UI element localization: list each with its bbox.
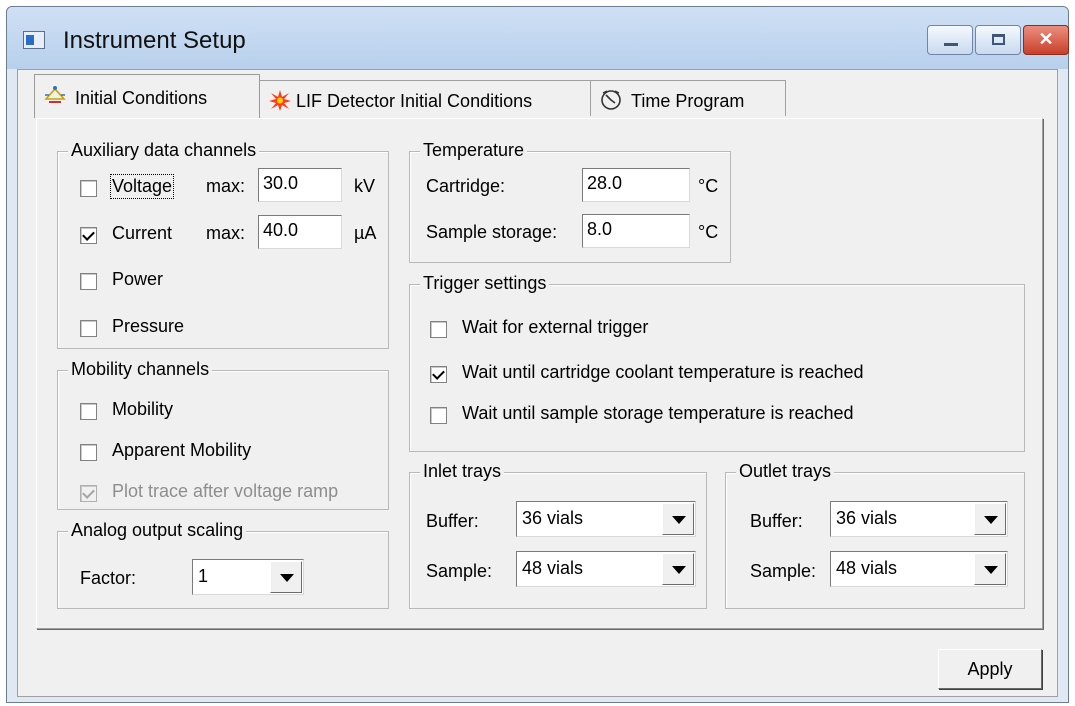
- chevron-down-icon[interactable]: [662, 553, 694, 585]
- group-title: Trigger settings: [420, 273, 550, 294]
- analog-output-scaling-group: Analog output scaling Factor: 1: [57, 520, 389, 609]
- external-trigger-checkbox[interactable]: [430, 321, 447, 338]
- chevron-down-icon[interactable]: [270, 561, 302, 593]
- voltage-checkbox[interactable]: [80, 180, 97, 197]
- outlet-sample-label: Sample:: [750, 561, 817, 581]
- group-title: Temperature: [420, 140, 528, 161]
- laser-burst-icon: [269, 90, 291, 111]
- mobility-channels-group: Mobility channels Mobility Apparent Mobi…: [57, 359, 389, 510]
- external-trigger-label[interactable]: Wait for external trigger: [462, 317, 648, 338]
- close-button[interactable]: ✕: [1023, 25, 1069, 55]
- mobility-label[interactable]: Mobility: [112, 399, 173, 420]
- cartridge-unit: °C: [698, 176, 719, 196]
- tab-label: LIF Detector Initial Conditions: [296, 91, 533, 111]
- close-icon: ✕: [1038, 29, 1054, 49]
- power-checkbox[interactable]: [80, 273, 97, 290]
- inlet-buffer-value: 36 vials: [522, 508, 584, 528]
- initial-conditions-panel: Auxiliary data channels Voltage max: 30.…: [36, 118, 1043, 629]
- minimize-button[interactable]: [927, 25, 973, 55]
- apply-button[interactable]: Apply: [938, 649, 1042, 689]
- factor-value: 1: [198, 566, 209, 586]
- current-max-label: max:: [206, 223, 246, 243]
- current-checkbox[interactable]: [80, 227, 97, 244]
- storage-temperature-label[interactable]: Wait until sample storage temperature is…: [462, 403, 854, 424]
- inlet-sample-value: 48 vials: [522, 558, 584, 578]
- pressure-checkbox[interactable]: [80, 320, 97, 337]
- maximize-button[interactable]: [975, 25, 1021, 55]
- group-title: Outlet trays: [736, 461, 835, 482]
- sample-storage-temperature-field[interactable]: 8.0: [582, 214, 690, 248]
- chevron-down-icon[interactable]: [662, 503, 694, 535]
- cartridge-temperature-field[interactable]: 28.0: [582, 168, 690, 202]
- outlet-sample-value: 48 vials: [836, 558, 898, 578]
- tab-time-program[interactable]: Time Program: [590, 80, 786, 116]
- current-unit: µA: [354, 223, 377, 243]
- cartridge-label: Cartridge:: [426, 176, 506, 196]
- plot-trace-checkbox: [80, 485, 97, 502]
- auxiliary-data-channels-group: Auxiliary data channels Voltage max: 30.…: [57, 140, 389, 349]
- outlet-sample-select[interactable]: 48 vials: [830, 551, 1008, 587]
- group-title: Mobility channels: [68, 359, 213, 380]
- dialog-client-area: Initial Conditions LIF Detector Initial …: [17, 69, 1058, 697]
- instrument-setup-window: Instrument Setup ✕ Initial Conditions LI…: [6, 6, 1069, 703]
- chevron-down-icon[interactable]: [974, 553, 1006, 585]
- voltage-unit: kV: [354, 176, 376, 196]
- trigger-settings-group: Trigger settings Wait for external trigg…: [409, 273, 1025, 452]
- temperature-group: Temperature Cartridge: 28.0 °C Sample st…: [409, 140, 731, 263]
- storage-temperature-checkbox[interactable]: [430, 407, 447, 424]
- mobility-checkbox[interactable]: [80, 403, 97, 420]
- plot-trace-label: Plot trace after voltage ramp: [112, 481, 339, 501]
- inlet-buffer-select[interactable]: 36 vials: [516, 501, 696, 537]
- current-max-field[interactable]: 40.0: [258, 215, 342, 249]
- voltage-max-field[interactable]: 30.0: [258, 168, 342, 202]
- maximize-icon: [992, 34, 1005, 45]
- factor-label: Factor:: [80, 568, 137, 588]
- group-title: Analog output scaling: [68, 520, 247, 541]
- minimize-icon: [944, 43, 958, 46]
- tab-lif-detector[interactable]: LIF Detector Initial Conditions: [259, 80, 591, 116]
- group-title: Inlet trays: [420, 461, 505, 482]
- outlet-buffer-label: Buffer:: [750, 511, 803, 531]
- chevron-down-icon[interactable]: [974, 503, 1006, 535]
- apparent-mobility-label[interactable]: Apparent Mobility: [112, 440, 251, 461]
- clock-icon: [601, 90, 621, 110]
- inlet-trays-group: Inlet trays Buffer: 36 vials Sample: 48 …: [409, 461, 707, 609]
- tab-label: Time Program: [631, 91, 745, 111]
- pressure-label[interactable]: Pressure: [112, 316, 184, 337]
- factor-select[interactable]: 1: [192, 559, 304, 595]
- outlet-buffer-value: 36 vials: [836, 508, 898, 528]
- voltage-max-label: max:: [206, 176, 246, 196]
- inlet-sample-select[interactable]: 48 vials: [516, 551, 696, 587]
- inlet-buffer-label: Buffer:: [426, 511, 479, 531]
- sample-storage-label: Sample storage:: [426, 222, 558, 242]
- tab-label: Initial Conditions: [75, 88, 208, 108]
- title-bar[interactable]: Instrument Setup ✕: [7, 7, 1069, 69]
- sample-storage-unit: °C: [698, 222, 719, 242]
- power-label[interactable]: Power: [112, 269, 163, 290]
- initial-conditions-icon: [44, 86, 66, 103]
- group-title: Auxiliary data channels: [68, 140, 260, 161]
- coolant-temperature-checkbox[interactable]: [430, 366, 447, 383]
- tab-initial-conditions[interactable]: Initial Conditions: [34, 74, 260, 118]
- current-label[interactable]: Current: [112, 223, 172, 244]
- app-window-icon: [23, 31, 45, 49]
- outlet-trays-group: Outlet trays Buffer: 36 vials Sample: 48…: [725, 461, 1025, 609]
- window-title: Instrument Setup: [63, 27, 246, 54]
- inlet-sample-label: Sample:: [426, 561, 493, 581]
- apparent-mobility-checkbox[interactable]: [80, 444, 97, 461]
- voltage-label[interactable]: Voltage: [109, 174, 175, 199]
- coolant-temperature-label[interactable]: Wait until cartridge coolant temperature…: [462, 362, 864, 383]
- outlet-buffer-select[interactable]: 36 vials: [830, 501, 1008, 537]
